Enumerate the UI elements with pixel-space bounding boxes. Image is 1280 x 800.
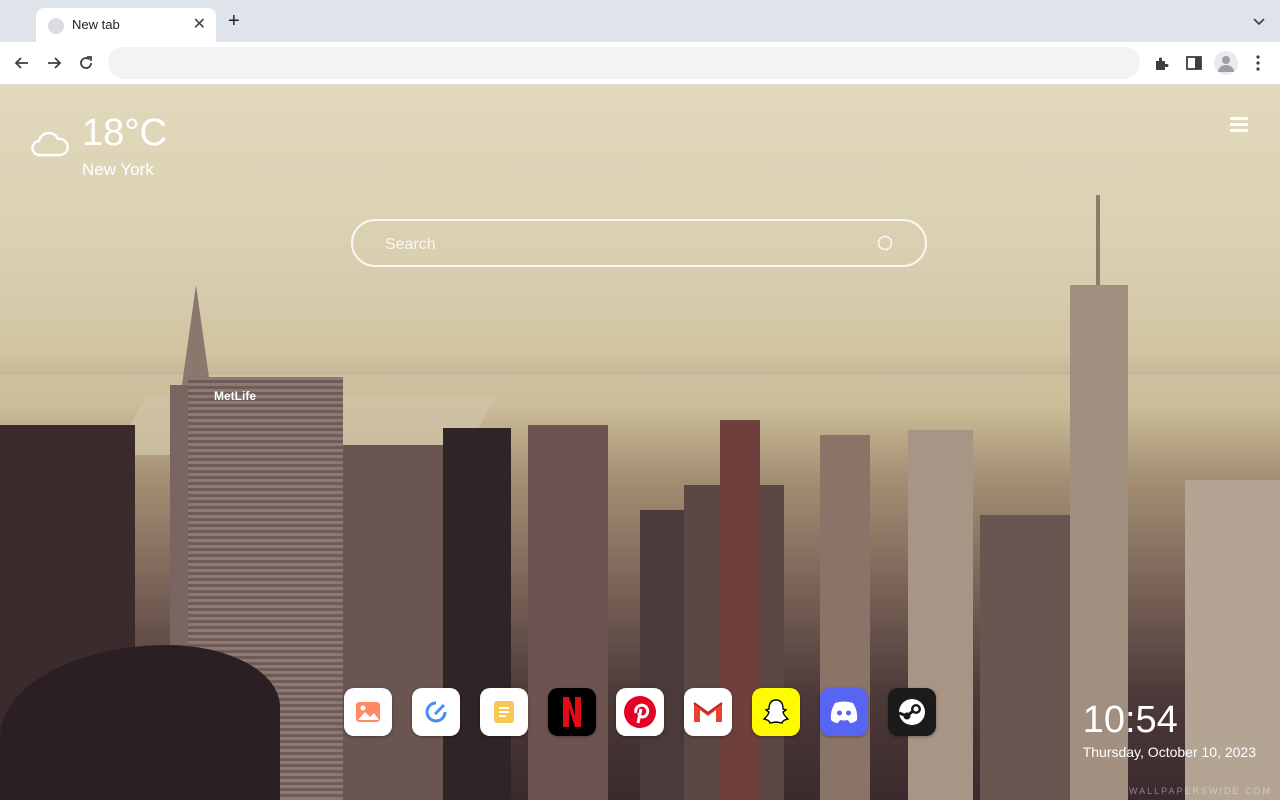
cloud-icon: [31, 131, 69, 157]
tab-search-chevron-icon[interactable]: [1252, 14, 1266, 28]
building: [980, 515, 1070, 800]
new-tab-page: MetLife 18°C New York Search 10:54 Thurs…: [0, 85, 1280, 800]
new-tab-button[interactable]: +: [228, 11, 240, 31]
search-input[interactable]: [383, 233, 867, 257]
tab-close-icon[interactable]: ✕: [193, 14, 206, 34]
address-bar[interactable]: [108, 47, 1140, 79]
clock-date: Thursday, October 10, 2023: [1082, 744, 1256, 760]
wallpaper-watermark: WALLPAPERSWIDE.COM: [1128, 786, 1272, 796]
building: [343, 445, 443, 800]
notes-app[interactable]: [480, 688, 528, 736]
weather-city: New York: [82, 160, 154, 179]
browser-menu-icon[interactable]: [1248, 53, 1268, 73]
pinterest-app[interactable]: [616, 688, 664, 736]
building: [528, 425, 608, 800]
hamburger-menu-icon[interactable]: [1230, 117, 1248, 133]
forward-arrow-icon[interactable]: [44, 53, 64, 73]
note-icon: [494, 701, 514, 723]
pencil-icon: [425, 701, 447, 723]
browser-toolbar: [0, 42, 1280, 85]
steam-app[interactable]: [888, 688, 936, 736]
tab-title: New tab: [72, 17, 120, 32]
profile-avatar-icon[interactable]: [1214, 51, 1238, 75]
tab-strip: New tab ✕ +: [0, 0, 1280, 42]
chrysler-spire: [182, 285, 210, 385]
search-box[interactable]: [351, 219, 927, 267]
photos-app[interactable]: [344, 688, 392, 736]
snapchat-icon: [762, 699, 790, 724]
empire-state-spire: [1096, 195, 1100, 295]
search-icon[interactable]: [877, 235, 895, 253]
netflix-icon: [563, 697, 581, 727]
tab-favicon-icon: [48, 18, 64, 34]
weather-temperature: 18°C: [82, 112, 167, 154]
building: [908, 430, 973, 800]
pinterest-icon: [624, 696, 656, 728]
building: [720, 420, 760, 800]
discord-app[interactable]: [820, 688, 868, 736]
gmail-icon: [693, 702, 723, 722]
edit-app[interactable]: [412, 688, 460, 736]
reload-icon[interactable]: [76, 53, 96, 73]
snapchat-app[interactable]: [752, 688, 800, 736]
side-panel-icon[interactable]: [1184, 53, 1204, 73]
clock-widget: 10:54 Thursday, October 10, 2023: [1083, 700, 1256, 760]
extensions-puzzle-icon[interactable]: [1152, 53, 1172, 73]
discord-icon: [830, 701, 858, 723]
image-icon: [356, 702, 380, 722]
steam-icon: [898, 699, 925, 725]
clock-time: 10:54: [1082, 699, 1178, 741]
metlife-sign: MetLife: [214, 389, 256, 403]
building: [820, 435, 870, 800]
netflix-app[interactable]: [548, 688, 596, 736]
building: [443, 428, 511, 800]
gmail-app[interactable]: [684, 688, 732, 736]
tab-new-tab[interactable]: New tab ✕: [36, 8, 216, 42]
back-arrow-icon[interactable]: [12, 53, 32, 73]
